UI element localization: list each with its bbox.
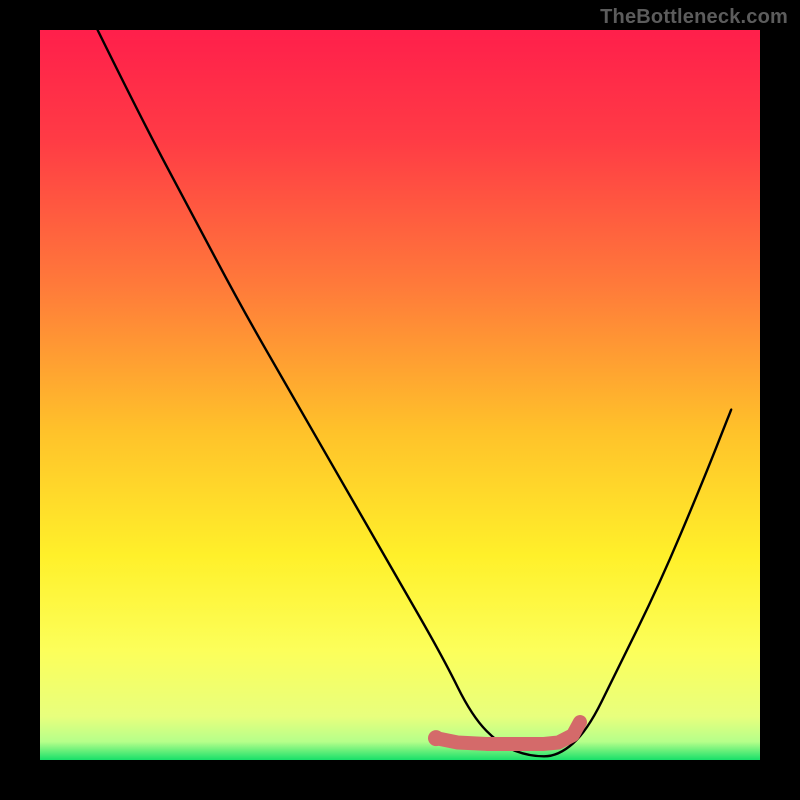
- attribution-text: TheBottleneck.com: [600, 6, 788, 29]
- chart-wrapper: TheBottleneck.com: [0, 0, 800, 800]
- optimal-point-marker: [428, 730, 444, 746]
- bottleneck-chart: [0, 0, 800, 800]
- plot-background: [40, 30, 760, 760]
